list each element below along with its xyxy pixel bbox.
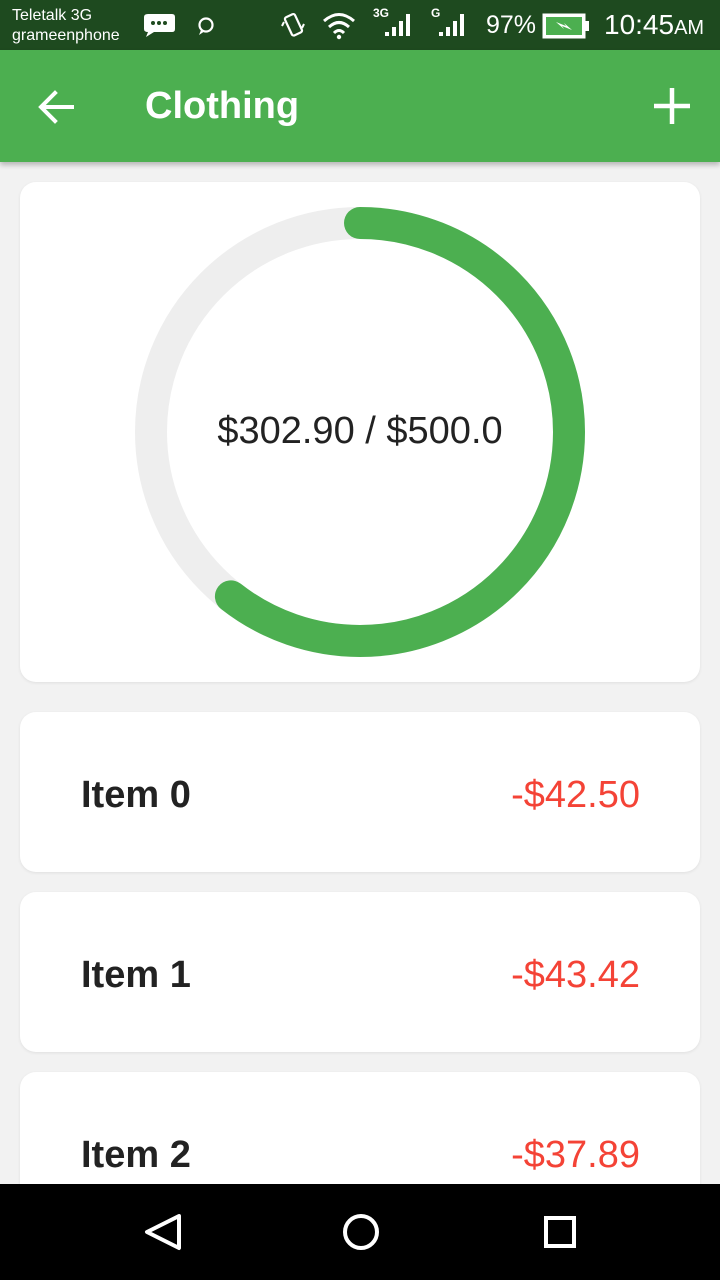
- clock-ampm: AM: [674, 17, 705, 39]
- arrow-left-icon: [38, 90, 74, 124]
- item-amount: -$43.42: [511, 954, 640, 996]
- list-item[interactable]: Item 1 -$43.42: [20, 892, 700, 1052]
- add-item-button[interactable]: [640, 76, 704, 136]
- recents-square-icon: [544, 1216, 576, 1248]
- budget-spent: $302.90: [217, 410, 355, 452]
- nav-home-button[interactable]: [326, 1204, 396, 1260]
- vibrate-icon: [281, 12, 305, 37]
- carrier-1: Teletalk 3G: [12, 7, 93, 24]
- page-title: Clothing: [145, 85, 300, 127]
- clock: 10:45AM: [604, 9, 704, 44]
- plus-icon: [654, 88, 690, 124]
- signal-icon: [439, 14, 464, 36]
- list-item[interactable]: Item 0 -$42.50: [20, 712, 700, 872]
- carrier-2: grameenphone: [12, 27, 120, 44]
- clock-time: 10:45: [604, 9, 675, 40]
- budget-card: $302.90 / $500.0: [20, 182, 700, 682]
- chat-icon: [198, 17, 214, 35]
- battery-charging-icon: [542, 13, 589, 39]
- signal-icon: [385, 14, 410, 36]
- item-amount: -$42.50: [511, 774, 640, 816]
- budget-separator: /: [365, 410, 376, 452]
- status-bar: Teletalk 3G grameenphone 3G G 97% 10:45A…: [0, 0, 720, 50]
- wifi-icon: [323, 13, 355, 40]
- home-circle-icon: [343, 1214, 379, 1250]
- system-nav-bar: [0, 1184, 720, 1280]
- message-icon: [144, 14, 175, 37]
- item-amount: -$37.89: [511, 1134, 640, 1176]
- app-bar: Clothing: [0, 50, 720, 162]
- item-name: Item 2: [81, 1134, 191, 1176]
- budget-total: $500.0: [386, 410, 503, 452]
- carrier-labels: Teletalk 3G grameenphone: [12, 6, 120, 46]
- budget-summary: $302.90 / $500.0: [20, 408, 700, 454]
- battery-percent: 97%: [486, 11, 537, 39]
- nav-recents-button[interactable]: [525, 1204, 595, 1260]
- item-name: Item 0: [81, 774, 191, 816]
- back-triangle-icon: [145, 1214, 181, 1250]
- back-button[interactable]: [24, 80, 88, 132]
- nav-back-button[interactable]: [128, 1204, 198, 1260]
- item-name: Item 1: [81, 954, 191, 996]
